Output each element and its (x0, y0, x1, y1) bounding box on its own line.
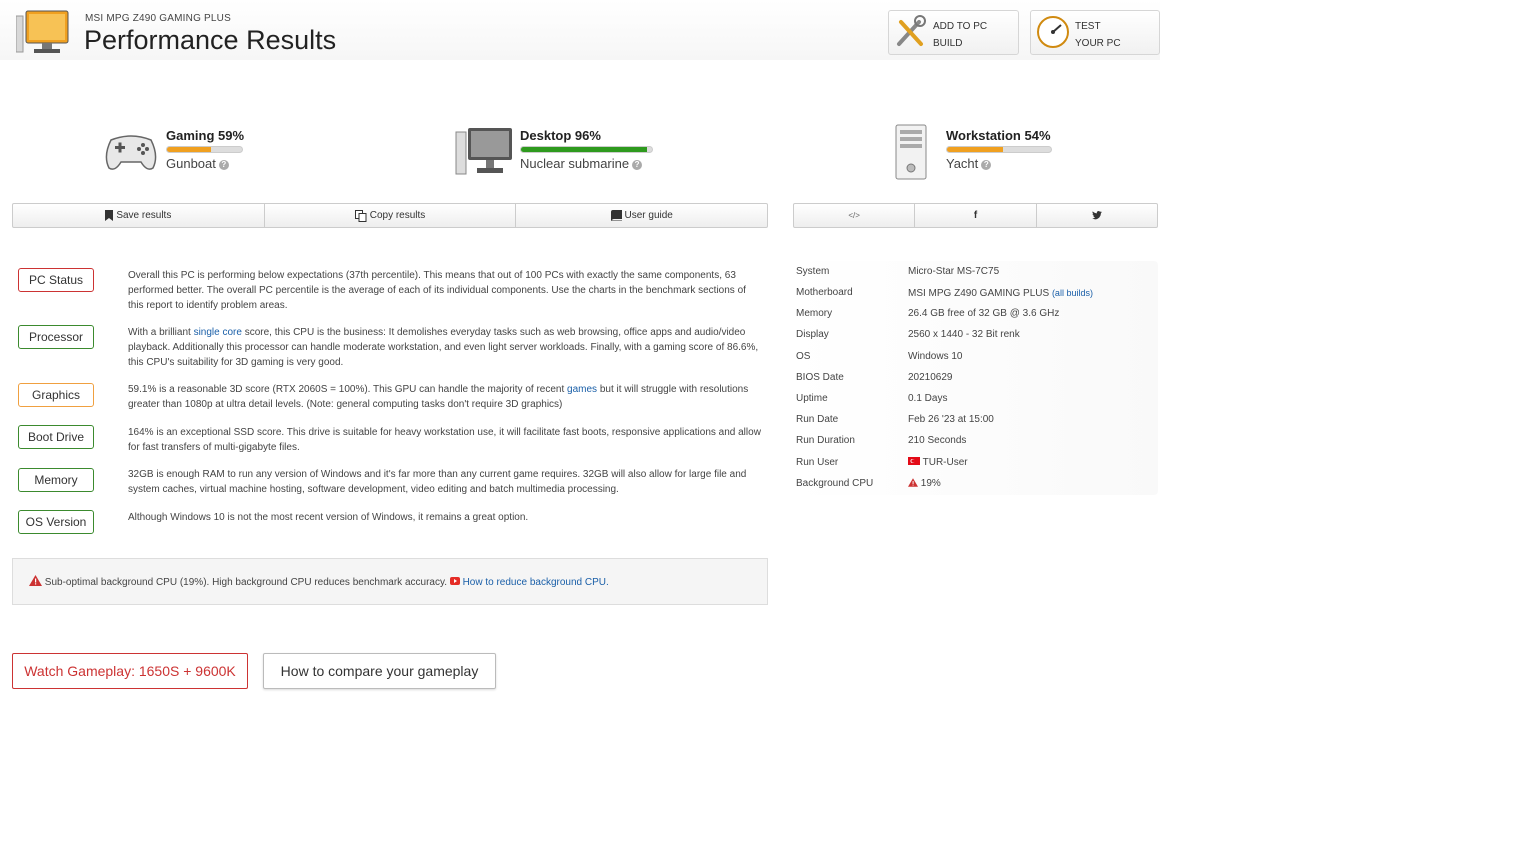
score-workstation-bar (946, 146, 1052, 153)
score-workstation-label: Workstation 54% (946, 128, 1051, 143)
score-gaming-bar (166, 146, 243, 153)
copy-icon (354, 209, 367, 222)
score-workstation: Workstation 54% Yacht? (946, 128, 1052, 171)
save-results-button[interactable]: Save results (13, 204, 265, 227)
help-icon[interactable]: ? (218, 160, 229, 170)
tag-memory: Memory (18, 468, 94, 492)
twitter-share-button[interactable] (1037, 204, 1157, 227)
single-core-link[interactable]: single core (194, 327, 242, 338)
score-desktop-label: Desktop 96% (520, 128, 601, 143)
score-desktop: Desktop 96% Nuclear submarine? (520, 128, 653, 171)
user-guide-button[interactable]: User guide (516, 204, 767, 227)
tag-processor: Processor (18, 325, 94, 349)
score-gaming-fill (167, 147, 212, 152)
tag-pc-status: PC Status (18, 268, 94, 292)
desktop-computer-icon (455, 126, 515, 176)
processor-description: With a brilliant single core score, this… (128, 327, 759, 368)
os-version-description: Although Windows 10 is not the most rece… (128, 512, 529, 523)
score-desktop-bar (520, 146, 653, 153)
graphics-description: 59.1% is a reasonable 3D score (RTX 2060… (128, 384, 749, 410)
score-desktop-rank: Nuclear submarine (520, 156, 630, 171)
help-icon[interactable]: ? (981, 160, 992, 170)
test-your-pc-button[interactable]: TEST YOUR PC (1030, 10, 1160, 55)
score-gaming-label: Gaming 59% (166, 128, 245, 143)
score-gaming: Gaming 59% Gunboat? (166, 128, 244, 171)
games-link[interactable]: games (567, 384, 597, 395)
test-pc-line2: YOUR PC (1075, 38, 1121, 49)
add-build-line2: BUILD (933, 38, 963, 49)
help-icon[interactable]: ? (632, 160, 643, 170)
turkey-flag-icon (908, 457, 920, 465)
page-subtitle: MSI MPG Z490 GAMING PLUS (85, 13, 231, 24)
score-desktop-fill (521, 147, 647, 152)
pc-status-description: Overall this PC is performing below expe… (128, 270, 746, 311)
score-workstation-fill (947, 147, 1004, 152)
reduce-background-cpu-link[interactable]: How to reduce background CPU. (463, 577, 609, 588)
page-title: Performance Results (84, 25, 337, 55)
background-cpu-warning: Sub-optimal background CPU (19%). High b… (12, 558, 768, 605)
score-workstation-rank: Yacht (946, 156, 979, 171)
system-info-table: System Micro-Star MS-7C75 Motherboard MSI … (792, 261, 1158, 495)
add-to-pc-build-button[interactable]: ADD TO PC BUILD (888, 10, 1019, 55)
facebook-icon: f (973, 210, 978, 221)
gamepad-icon (103, 126, 159, 174)
embed-code-button[interactable]: </> (794, 204, 916, 227)
memory-description: 32GB is enough RAM to run any version of… (128, 469, 747, 495)
facebook-share-button[interactable]: f (915, 204, 1037, 227)
pc-monitor-icon (15, 10, 70, 54)
tools-icon (893, 14, 929, 50)
share-bar: </> f (793, 203, 1158, 228)
warning-text: Sub-optimal background CPU (19%). High b… (44, 577, 450, 588)
twitter-icon (1091, 211, 1102, 220)
add-build-line1: ADD TO PC (933, 21, 988, 32)
speedometer-icon (1035, 14, 1071, 50)
tag-graphics: Graphics (18, 383, 94, 407)
watch-gameplay-button[interactable]: Watch Gameplay: 1650S + 9600K (12, 653, 248, 689)
boot-drive-description: 164% is an exceptional SSD score. This d… (128, 427, 761, 453)
tag-os-version: OS Version (18, 510, 94, 534)
book-icon (610, 210, 622, 221)
youtube-icon (449, 577, 460, 585)
results-action-bar: Save results Copy results User guide (12, 203, 768, 228)
workstation-tower-icon (895, 124, 927, 180)
code-icon: </> (848, 211, 860, 220)
copy-results-button[interactable]: Copy results (265, 204, 517, 227)
all-builds-link[interactable]: (all builds) (1052, 288, 1093, 298)
score-gaming-rank: Gunboat (166, 156, 216, 171)
compare-gameplay-button[interactable]: How to compare your gameplay (263, 653, 496, 689)
tag-boot-drive: Boot Drive (18, 425, 94, 449)
bookmark-icon (105, 210, 114, 221)
warning-icon (908, 478, 918, 487)
warning-icon (29, 575, 42, 586)
test-pc-line1: TEST (1075, 21, 1101, 32)
